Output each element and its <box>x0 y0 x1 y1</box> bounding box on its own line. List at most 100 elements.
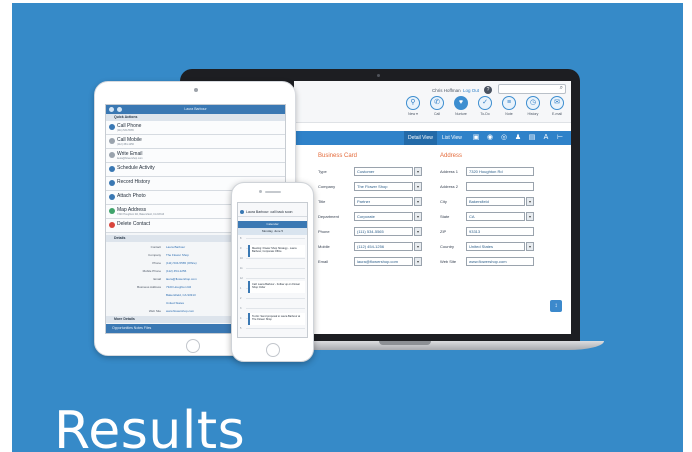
field-input[interactable] <box>466 182 534 191</box>
field-input[interactable]: (112) 454-1256 <box>354 242 413 251</box>
chevron-down-icon[interactable]: ▾ <box>414 182 422 191</box>
phone-home-button[interactable] <box>266 343 280 357</box>
field-input[interactable]: Partner <box>354 197 413 206</box>
contact-icon[interactable]: ♟ <box>514 134 522 142</box>
calendar-hour-line <box>246 308 305 309</box>
field-input[interactable]: 93313 <box>466 227 534 236</box>
tablet-home-button[interactable] <box>186 339 200 353</box>
nurture-button[interactable]: ♥ Nurture <box>450 96 472 122</box>
tab-detail-view[interactable]: Detail View <box>404 131 437 145</box>
quick-action-item[interactable]: Call Mobile (112) 454-1256 <box>106 135 285 149</box>
quick-action-title: Record History <box>117 179 151 185</box>
quick-action-item[interactable]: Call Phone (111) 534-5565 <box>106 121 285 135</box>
chevron-down-icon[interactable]: ▾ <box>526 197 534 206</box>
field-input[interactable]: Corporate <box>354 212 413 221</box>
detail-value[interactable]: laura@flowershop.com <box>166 277 197 281</box>
history-button[interactable]: ◷ History <box>522 96 544 122</box>
calendar-event[interactable]: Call: Laura Barbour - Follow up on Flowe… <box>248 281 305 293</box>
history-icon: ◷ <box>526 96 540 110</box>
detail-label: Phone <box>152 261 161 265</box>
alert-text: Laura Barbour: call back soon <box>246 210 293 214</box>
save-icon[interactable]: ▣ <box>472 134 480 142</box>
quick-actions-header: Quick Actions <box>106 114 285 121</box>
chevron-down-icon[interactable]: ▾ <box>414 227 422 236</box>
field-label: Title <box>318 199 326 204</box>
field-label: Address 1 <box>440 169 459 174</box>
field-label: State <box>440 214 450 219</box>
detail-value[interactable]: Bakersfield, CA 93313 <box>166 293 196 297</box>
field-input[interactable]: CA <box>466 212 525 221</box>
font-icon[interactable]: A <box>542 134 550 142</box>
calendar-event[interactable]: To-Do: Send proposal to Laura Barbour at… <box>248 313 305 325</box>
field-label: Email <box>318 259 329 264</box>
user-name: Chris Hoffman <box>432 88 461 93</box>
chevron-down-icon[interactable]: ▾ <box>526 212 534 221</box>
calendar-hour-line <box>246 278 305 279</box>
field-input[interactable]: laura@flowershop.com <box>354 257 413 266</box>
detail-value[interactable]: The Flower Shop <box>166 253 189 257</box>
chevron-down-icon[interactable]: ▾ <box>414 257 422 266</box>
detail-value[interactable]: United States <box>166 301 184 305</box>
delete-icon <box>109 222 115 228</box>
chevron-down-icon[interactable]: ▾ <box>414 167 422 176</box>
calendar-hour: 9 <box>240 247 242 250</box>
detail-value[interactable]: 7320 Houghton Rd <box>166 285 191 289</box>
sync-icon[interactable]: ◉ <box>486 134 494 142</box>
field-input[interactable]: United States <box>466 242 525 251</box>
field-label: Mobile <box>318 244 330 249</box>
chevron-down-icon[interactable]: ▾ <box>414 242 422 251</box>
calendar-event[interactable]: Meeting: Flower Shop Strategy - Laura Ba… <box>248 245 305 257</box>
detail-label: Web Site <box>148 309 161 313</box>
detail-value[interactable]: (111) 534-5565 (Office) <box>166 261 197 265</box>
print-icon[interactable]: ▤ <box>528 134 536 142</box>
nurture-label: Nurture <box>455 112 467 116</box>
phone-camera <box>259 190 262 193</box>
detail-value[interactable]: www.flowershop.com <box>166 309 194 313</box>
calendar-hour: 12 <box>240 277 243 280</box>
call-button[interactable]: ✆ Call <box>426 96 448 122</box>
new-button[interactable]: ⚲ New ▾ <box>402 96 424 122</box>
chevron-down-icon[interactable]: ▾ <box>414 212 422 221</box>
phone: Laura Barbour: call back soon Calendar M… <box>231 182 314 362</box>
laptop-notch <box>379 341 431 345</box>
laptop-screen: Chris Hoffman Log Out ? ⌕ ⚲ New ▾ ✆ Call… <box>294 81 571 334</box>
help-icon[interactable]: ? <box>484 86 492 94</box>
calendar-hour-line <box>246 268 305 269</box>
view-icon[interactable]: ◎ <box>500 134 508 142</box>
tab-list-view[interactable]: List View <box>442 135 462 141</box>
phone-alert[interactable]: Laura Barbour: call back soon <box>238 208 307 217</box>
field-input[interactable]: Bakersfield <box>466 197 525 206</box>
field-label: Company <box>318 184 336 189</box>
chevron-down-icon[interactable]: ▾ <box>526 242 534 251</box>
search-input[interactable]: ⌕ <box>498 84 566 94</box>
field-input[interactable]: (111) 534-5565 <box>354 227 413 236</box>
chevron-down-icon[interactable]: ▾ <box>414 197 422 206</box>
field-input[interactable]: Customer <box>354 167 413 176</box>
history-icon <box>109 180 115 186</box>
todo-button[interactable]: ✓ To-Do <box>474 96 496 122</box>
results-card: Chris Hoffman Log Out ? ⌕ ⚲ New ▾ ✆ Call… <box>12 3 683 452</box>
tablet-contact-name: Laura Barbour <box>184 107 207 111</box>
field-input[interactable]: www.flowershop.com <box>466 257 534 266</box>
quick-action-item[interactable]: Schedule Activity <box>106 163 285 177</box>
business-card-title: Business Card <box>318 153 358 159</box>
field-label: Phone <box>318 229 330 234</box>
tablet-camera <box>194 88 198 92</box>
calendar-hour: 10 <box>240 257 243 260</box>
quick-action-item[interactable]: Write Email laura@flowershop.com <box>106 149 285 163</box>
calendar-day[interactable]: Monday, June 5 <box>238 228 307 235</box>
detail-value[interactable]: Laura Barbour <box>166 245 185 249</box>
camera-icon <box>109 194 115 200</box>
logout-link[interactable]: Log Out <box>463 88 479 93</box>
email-button[interactable]: ✉ E-mail <box>546 96 568 122</box>
scroll-top-button[interactable]: ↕ <box>550 300 562 312</box>
detail-value[interactable]: (112) 454-1256 <box>166 269 186 273</box>
menu-icon[interactable]: ⊢ <box>556 134 564 142</box>
note-button[interactable]: ≡ Note <box>498 96 520 122</box>
field-input[interactable]: The Flower Shop <box>354 182 413 191</box>
calendar-hour: 11 <box>240 267 243 270</box>
phone-icon <box>109 124 115 130</box>
task-icon: ✓ <box>478 96 492 110</box>
field-input[interactable]: 7320 Houghton Rd <box>466 167 534 176</box>
calendar-hour-line <box>246 258 305 259</box>
